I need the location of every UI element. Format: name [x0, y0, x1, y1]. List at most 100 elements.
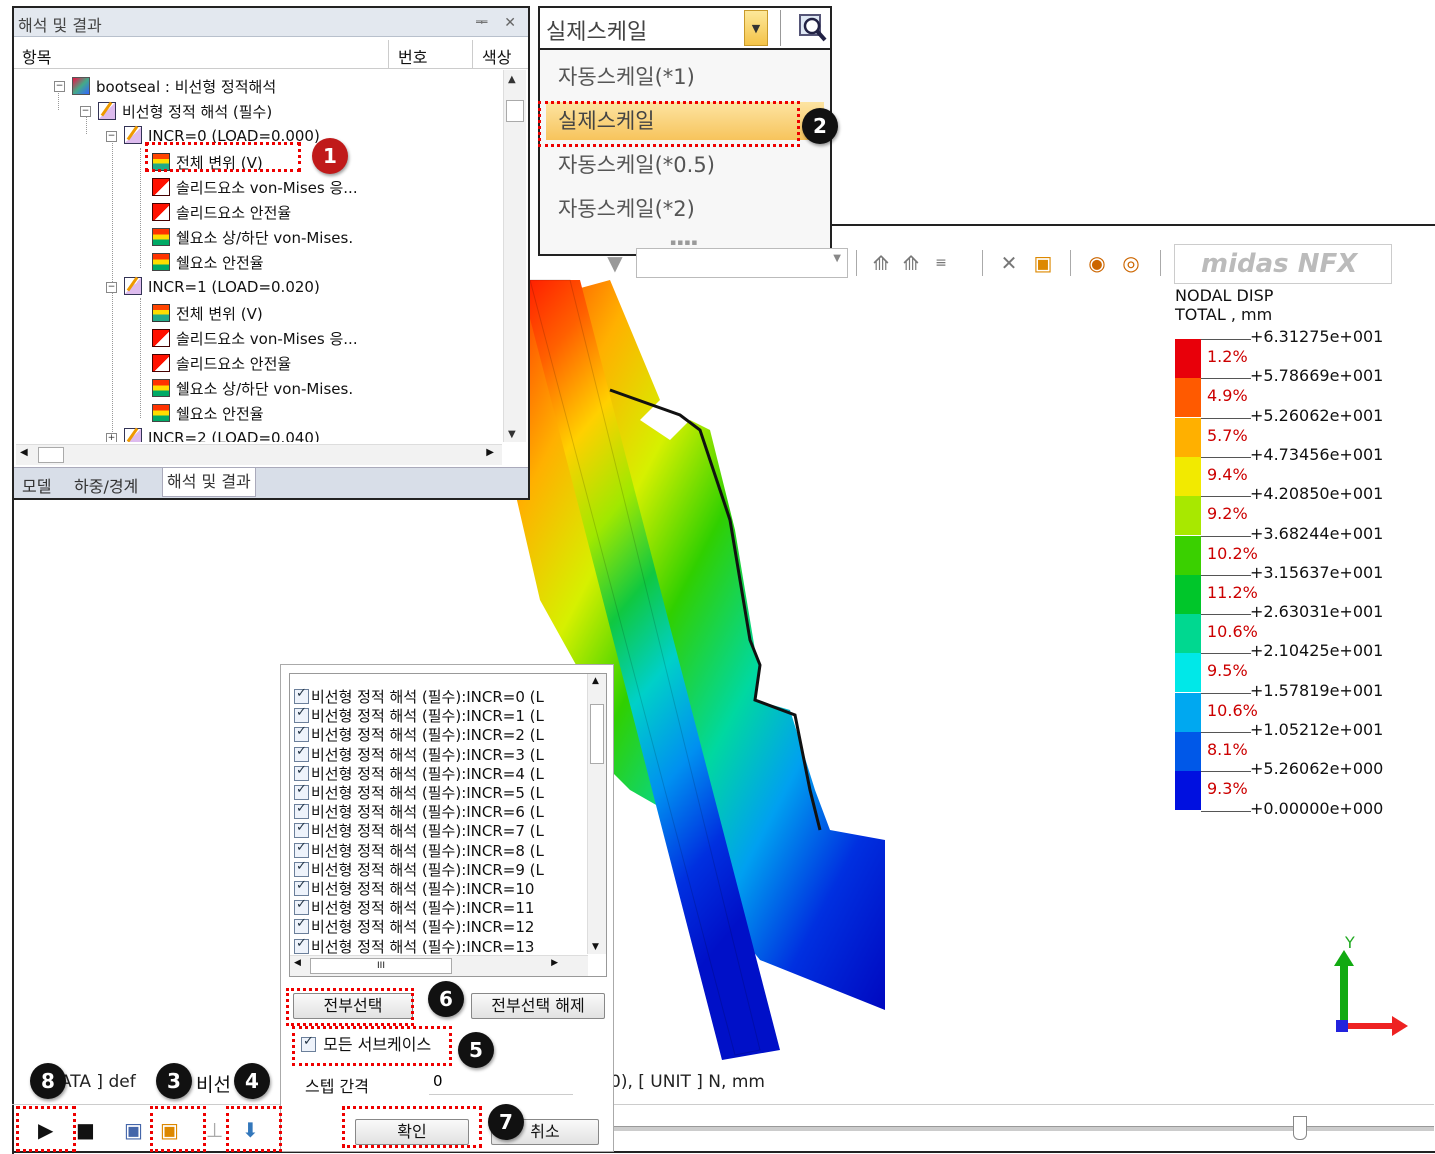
column-item[interactable]: 항목 — [22, 44, 51, 68]
tree-node-solid-safety-1[interactable]: 솔리드요소 안전율 — [152, 353, 291, 375]
scroll-thumb[interactable] — [506, 100, 524, 122]
scale-option-auto-05[interactable]: 자동스케일(*0.5) — [546, 146, 824, 184]
subcase-row[interactable]: 비선형 정적 해석 (필수):INCR=6 (L — [294, 801, 544, 822]
tree-node-incr-1[interactable]: − INCR=1 (LOAD=0.020) — [106, 277, 320, 299]
column-color[interactable]: 색상 — [482, 44, 511, 68]
scale-combo[interactable]: 실제스케일 ▼ — [538, 6, 832, 50]
column-number[interactable]: 번호 — [398, 44, 427, 68]
subcase-row[interactable]: 비선형 정적 해석 (필수):INCR=11 — [294, 897, 534, 917]
tab-analysis-results[interactable]: 해석 및 결과 — [162, 468, 256, 497]
scroll-right-icon[interactable]: ▶ — [486, 447, 494, 458]
tree-node-shell-von-mises-0[interactable]: 쉘요소 상/하단 von-Mises. — [152, 227, 353, 249]
subcase-row[interactable]: 비선형 정적 해석 (필수):INCR=0 (L — [294, 686, 544, 706]
list-icon[interactable]: ≡ — [928, 250, 954, 276]
highlight-select-all — [286, 988, 414, 1026]
export-icon[interactable]: ▣ — [1030, 250, 1056, 276]
subcase-row[interactable]: 비선형 정적 해석 (필수):INCR=9 (L — [294, 859, 544, 879]
tree-node-nonlinear-static[interactable]: − 비선형 정적 해석 (필수) — [80, 101, 272, 123]
checkbox-icon[interactable] — [294, 820, 309, 839]
scroll-down-icon[interactable]: ▼ — [592, 942, 599, 952]
tab-model[interactable]: 모델 — [22, 473, 51, 497]
save-icon[interactable]: ▣ — [124, 1118, 143, 1142]
checkbox-icon[interactable] — [294, 840, 309, 858]
subcase-label: 비선형 정적 해석 (필수):INCR=2 (L — [311, 726, 544, 745]
collapse-toggle[interactable]: − — [80, 106, 91, 117]
collapse-toggle[interactable]: + — [106, 433, 117, 442]
select-all-icon[interactable]: ◎ — [1118, 250, 1144, 276]
dropdown-icon[interactable]: ▼ — [602, 250, 628, 276]
collapse-toggle[interactable]: − — [106, 282, 117, 293]
tree-node-shell-safety-0[interactable]: 쉘요소 안전율 — [152, 252, 264, 274]
checkbox-icon[interactable] — [294, 724, 309, 743]
legend-tick — [1201, 771, 1251, 773]
subcase-label: 비선형 정적 해석 (필수):INCR=6 (L — [311, 803, 544, 822]
subcase-row[interactable]: 비선형 정적 해석 (필수):INCR=10 — [294, 878, 534, 898]
tree-horizontal-scrollbar[interactable]: ◀ ▶ — [16, 444, 502, 465]
checkbox-icon[interactable] — [294, 763, 309, 781]
chevron-down-icon[interactable]: ▼ — [744, 10, 768, 46]
subcase-vertical-scrollbar[interactable]: ▲ ▼ — [587, 674, 606, 954]
subcase-row[interactable]: 비선형 정적 해석 (필수):INCR=5 (L — [294, 782, 544, 802]
checkbox-icon[interactable] — [294, 897, 309, 916]
checkbox-icon[interactable] — [294, 801, 309, 820]
scroll-left-icon[interactable]: ◀ — [20, 447, 28, 458]
checkbox-icon[interactable] — [294, 859, 309, 877]
checkbox-icon[interactable] — [294, 916, 309, 935]
legend-value: +5.78669e+001 — [1250, 366, 1384, 386]
tree-node-total-displacement-1[interactable]: 전체 변위 (V) — [152, 303, 263, 325]
panel-title-buttons[interactable]: ᆍ ✕ — [475, 12, 522, 32]
scale-option-auto-1[interactable]: 자동스케일(*1) — [546, 58, 824, 96]
tree-node-shell-safety-1[interactable]: 쉘요소 안전율 — [152, 403, 264, 425]
subcase-row[interactable]: 비선형 정적 해석 (필수):INCR=7 (L — [294, 820, 544, 840]
scroll-right-icon[interactable]: ▶ — [551, 958, 558, 968]
deselect-all-button[interactable]: 전부선택 해제 — [471, 993, 605, 1019]
probe-node-icon[interactable]: ⟰ — [868, 250, 894, 276]
collapse-toggle[interactable]: − — [54, 81, 65, 92]
clear-probe-icon[interactable]: ✕ — [996, 250, 1022, 276]
subcase-label: 비선형 정적 해석 (필수):INCR=12 — [311, 918, 535, 937]
collapse-toggle[interactable]: − — [106, 131, 117, 142]
subcase-row[interactable]: 비선형 정적 해석 (필수):INCR=13 — [294, 936, 534, 956]
scroll-thumb[interactable] — [38, 447, 64, 463]
tree-node-solid-von-mises-1[interactable]: 솔리드요소 von-Mises 응... — [152, 328, 358, 350]
view-select[interactable]: ▼ — [636, 248, 848, 278]
probe-element-icon[interactable]: ⟰ — [898, 250, 924, 276]
select-icon[interactable]: ◉ — [1084, 250, 1110, 276]
scroll-left-icon[interactable]: ◀ — [294, 958, 301, 968]
tab-load-boundary[interactable]: 하중/경계 — [74, 473, 138, 497]
subcase-row[interactable]: 비선형 정적 해석 (필수):INCR=12 — [294, 916, 535, 937]
step-badge-7: 7 — [488, 1104, 524, 1140]
legend-title-line1: NODAL DISP — [1175, 286, 1274, 305]
tree-node-incr-2[interactable]: + INCR=2 (LOAD=0.040) — [106, 428, 320, 442]
step-interval-input[interactable] — [429, 1067, 573, 1095]
step-badge-2: 2 — [802, 108, 838, 144]
scroll-up-icon[interactable]: ▲ — [592, 676, 599, 686]
subcase-row[interactable]: 비선형 정적 해석 (필수):INCR=1 (L — [294, 705, 544, 725]
stop-icon[interactable]: ■ — [76, 1118, 95, 1142]
checkbox-icon[interactable] — [294, 936, 309, 954]
scale-option-auto-2[interactable]: 자동스케일(*2) — [546, 190, 824, 228]
subcase-row[interactable]: 비선형 정적 해석 (필수):INCR=8 (L — [294, 840, 544, 860]
scroll-thumb[interactable]: III — [310, 958, 452, 974]
subcase-row[interactable]: 비선형 정적 해석 (필수):INCR=2 (L — [294, 724, 544, 745]
legend-value: +3.68244e+001 — [1250, 523, 1384, 543]
animation-slider-thumb[interactable] — [1293, 1116, 1307, 1140]
scroll-down-icon[interactable]: ▼ — [508, 429, 516, 440]
tree-node-shell-von-mises-1[interactable]: 쉘요소 상/하단 von-Mises. — [152, 378, 353, 400]
tree-node-solid-safety-0[interactable]: 솔리드요소 안전율 — [152, 202, 291, 224]
checkbox-icon[interactable] — [294, 782, 309, 800]
scroll-thumb[interactable] — [590, 704, 604, 764]
animation-slider-track[interactable] — [614, 1126, 1434, 1131]
zoom-icon[interactable] — [798, 13, 828, 43]
tree-vertical-scrollbar[interactable]: ▲ ▼ — [503, 70, 526, 442]
subcase-horizontal-scrollbar[interactable]: ◀ III ▶ — [290, 955, 588, 976]
checkbox-icon[interactable] — [294, 744, 309, 762]
tree-node-analysis[interactable]: − bootseal : 비선형 정적해석 — [54, 76, 276, 98]
tree-node-solid-von-mises-0[interactable]: 솔리드요소 von-Mises 응... — [152, 177, 358, 199]
checkbox-icon[interactable] — [294, 878, 309, 896]
subcase-row[interactable]: 비선형 정적 해석 (필수):INCR=3 (L — [294, 744, 544, 764]
checkbox-icon[interactable] — [294, 686, 309, 704]
scroll-up-icon[interactable]: ▲ — [508, 74, 516, 85]
subcase-row[interactable]: 비선형 정적 해석 (필수):INCR=4 (L — [294, 763, 544, 783]
checkbox-icon[interactable] — [294, 705, 309, 724]
